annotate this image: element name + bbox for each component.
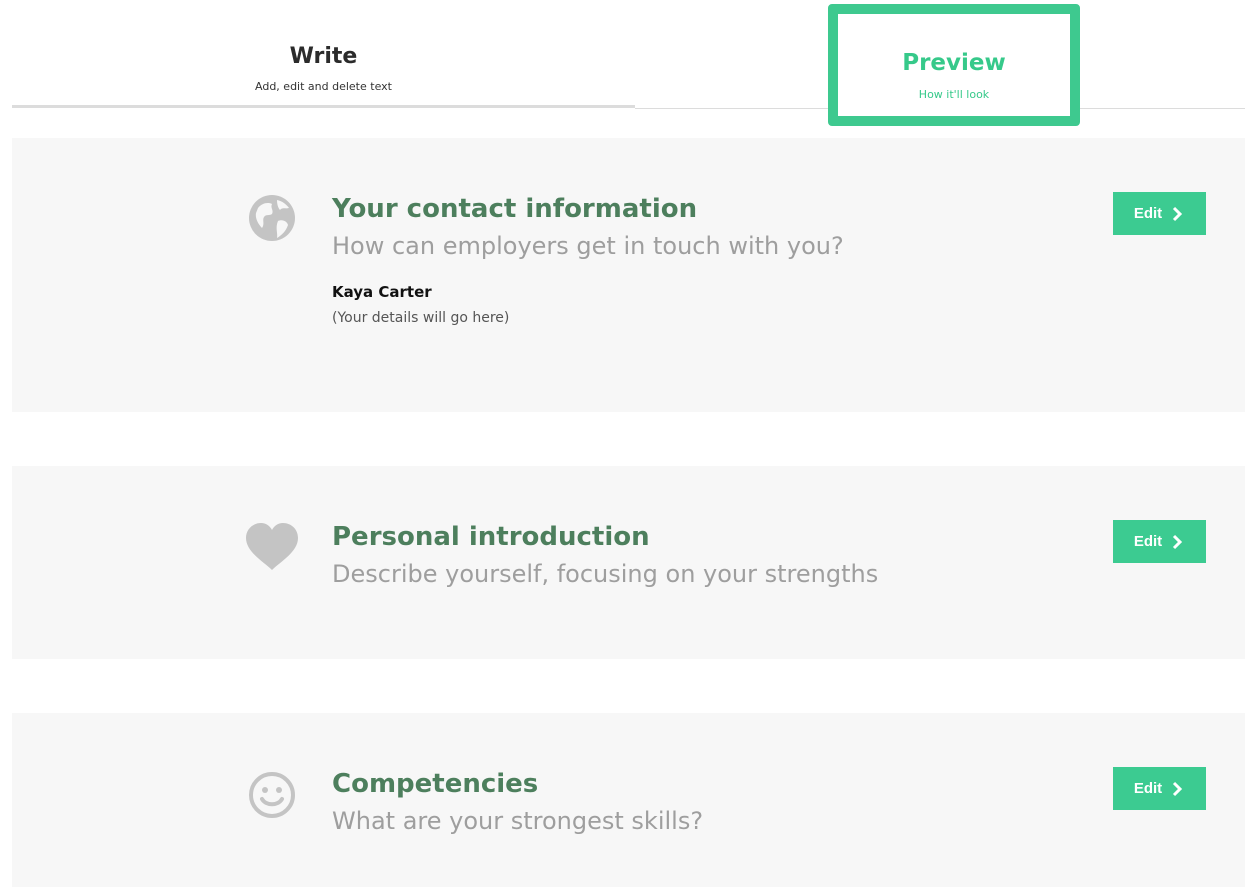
view-tabs: Write Add, edit and delete text Preview … bbox=[0, 0, 1245, 126]
section-subtitle: Describe yourself, focusing on your stre… bbox=[332, 560, 879, 588]
smiley-icon bbox=[249, 772, 295, 818]
tab-preview[interactable]: Preview How it'll look bbox=[828, 4, 1080, 126]
tab-preview-subtitle: How it'll look bbox=[918, 88, 990, 101]
section-title: Competencies bbox=[332, 769, 539, 799]
section-competencies: Competencies What are your strongest ski… bbox=[12, 713, 1245, 887]
tab-preview-title: Preview bbox=[902, 50, 1006, 76]
section-contact-information: Your contact information How can employe… bbox=[12, 138, 1245, 412]
tab-write-title: Write bbox=[289, 44, 358, 69]
edit-contact-button[interactable]: Edit bbox=[1113, 192, 1206, 235]
chevron-right-icon bbox=[1173, 534, 1183, 549]
edit-button-label: Edit bbox=[1133, 533, 1163, 550]
contact-name: Kaya Carter bbox=[332, 283, 432, 301]
edit-competencies-button[interactable]: Edit bbox=[1113, 767, 1206, 810]
section-title: Your contact information bbox=[332, 194, 698, 224]
tab-write[interactable]: Write Add, edit and delete text bbox=[12, 0, 635, 108]
edit-button-label: Edit bbox=[1133, 780, 1163, 797]
section-personal-introduction: Personal introduction Describe yourself,… bbox=[12, 466, 1245, 659]
chevron-right-icon bbox=[1173, 781, 1183, 796]
contact-details-placeholder: (Your details will go here) bbox=[332, 310, 510, 326]
heart-icon bbox=[246, 523, 298, 570]
edit-introduction-button[interactable]: Edit bbox=[1113, 520, 1206, 563]
globe-icon bbox=[249, 195, 295, 241]
chevron-right-icon bbox=[1173, 206, 1183, 221]
section-subtitle: How can employers get in touch with you? bbox=[332, 232, 844, 260]
section-subtitle: What are your strongest skills? bbox=[332, 807, 704, 835]
section-title: Personal introduction bbox=[332, 522, 650, 552]
edit-button-label: Edit bbox=[1133, 205, 1163, 222]
tab-write-subtitle: Add, edit and delete text bbox=[255, 80, 392, 93]
